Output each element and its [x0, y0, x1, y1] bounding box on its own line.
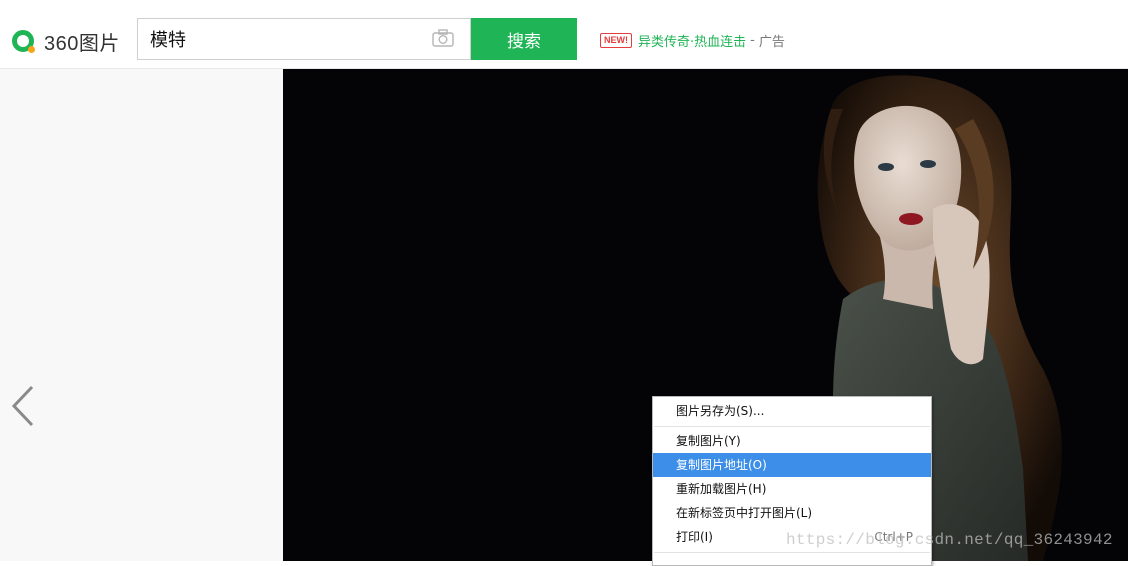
menu-item-copy-image[interactable]: 复制图片(Y): [653, 429, 931, 453]
menu-item-copy-image-address[interactable]: 复制图片地址(O): [653, 453, 931, 477]
menu-item-label: 在新标签页中打开图片(L): [676, 506, 813, 520]
header: 360图片 搜索 NEW! 异类传奇·热血连击 - 广告: [0, 12, 1128, 69]
menu-divider: [654, 426, 930, 427]
left-panel: [0, 69, 283, 561]
camera-icon[interactable]: [432, 29, 454, 47]
ad-link[interactable]: NEW! 异类传奇·热血连击 - 广告: [600, 31, 785, 50]
menu-item-label: 图片另存为(S)...: [676, 404, 765, 418]
menu-item-reload-image[interactable]: 重新加载图片(H): [653, 477, 931, 501]
watermark: https://blog.csdn.net/qq_36243942: [786, 531, 1113, 549]
chevron-left-icon[interactable]: [10, 384, 38, 428]
menu-item-label: 复制图片(Y): [676, 434, 741, 448]
ad-separator: -: [750, 33, 755, 48]
menu-item-label: 打印(I): [676, 530, 713, 544]
new-badge: NEW!: [600, 33, 632, 48]
menu-item-save-image[interactable]: 图片另存为(S)...: [653, 399, 931, 423]
menu-item-label: 重新加载图片(H): [676, 482, 767, 496]
logo-text: 360图片: [44, 32, 120, 55]
ad-text[interactable]: 异类传奇·热血连击: [638, 31, 746, 50]
search-input[interactable]: [138, 19, 432, 59]
menu-item-open-image-new-tab[interactable]: 在新标签页中打开图片(L): [653, 501, 931, 525]
search-box: [137, 18, 471, 60]
logo[interactable]: 360图片: [12, 26, 120, 56]
menu-item-label: 复制图片地址(O): [676, 458, 767, 472]
logo-ring-icon: [12, 30, 35, 53]
search-button[interactable]: 搜索: [471, 18, 577, 60]
menu-divider: [654, 552, 930, 553]
ad-label: 广告: [758, 35, 785, 50]
